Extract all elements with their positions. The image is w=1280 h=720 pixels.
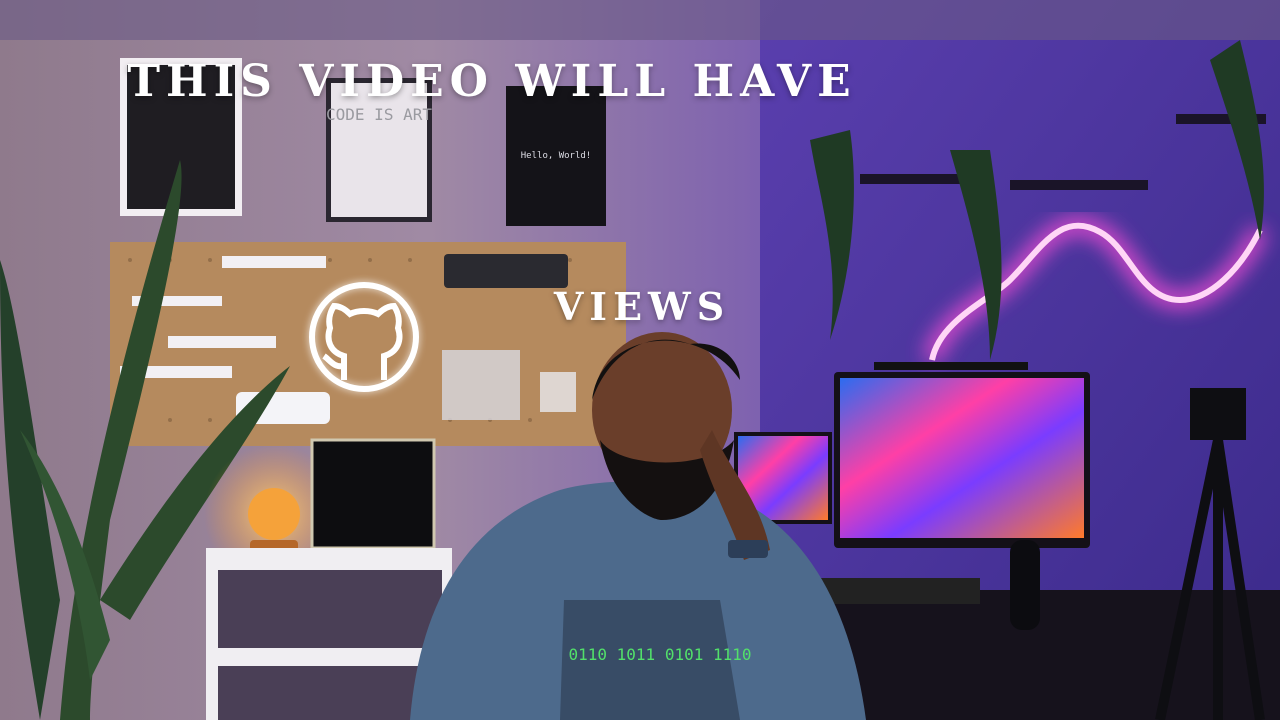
lamp	[248, 488, 300, 540]
camera	[1190, 388, 1246, 440]
poster-code-text: CODE IS ART	[326, 105, 432, 124]
headline-line-1: THIS VIDEO WILL HAVE	[127, 56, 857, 107]
headline-line-2: VIEWS	[553, 284, 731, 329]
bin-2	[540, 372, 576, 412]
small-monitor	[310, 438, 436, 550]
desk-shelf	[820, 578, 980, 604]
watch	[728, 540, 768, 558]
keyboard	[444, 254, 568, 288]
poster-hello-text: Hello, World!	[521, 151, 591, 161]
microphone	[1010, 540, 1040, 630]
hoodie-binary-text: 0110 1011 0101 1110	[568, 645, 751, 664]
ceiling-shade	[0, 0, 1280, 40]
scene-illustration: CODE IS ART Hello, World! 0110 1011 0101…	[0, 0, 1280, 720]
bin-1	[442, 350, 520, 420]
main-monitor-screen	[840, 378, 1084, 538]
monitor-light-bar	[874, 362, 1028, 370]
shelf-1	[222, 256, 326, 268]
thumbnail-scene: CODE IS ART Hello, World! 0110 1011 0101…	[0, 0, 1280, 720]
right-shelf-2	[1010, 180, 1148, 190]
shelf-3	[168, 336, 276, 348]
shelf-cubby-1	[218, 570, 442, 648]
shelf-cubby-2	[218, 666, 442, 720]
